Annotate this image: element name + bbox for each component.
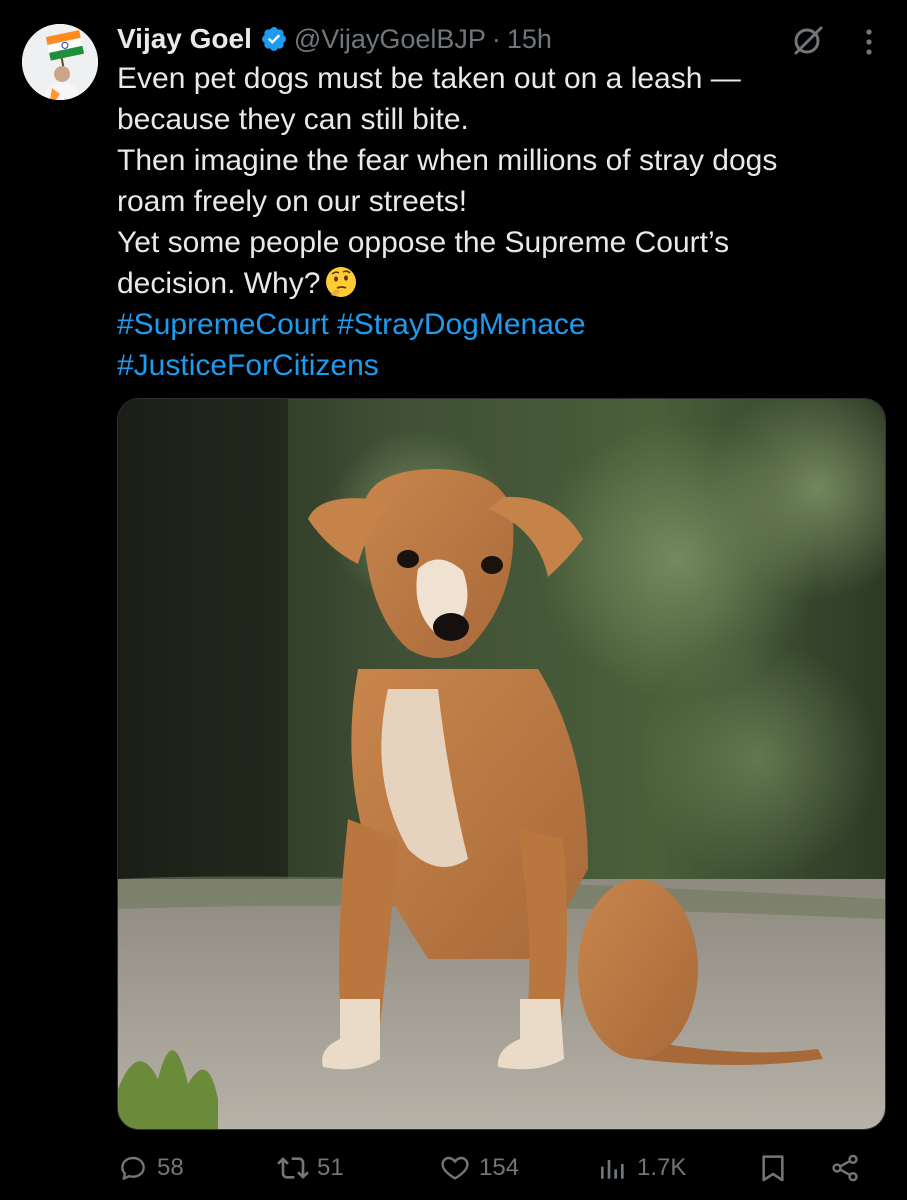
tweet-text-line: Then imagine the fear when millions of s… <box>117 144 778 177</box>
bookmark-icon <box>762 1155 784 1182</box>
bookmark-button[interactable] <box>757 1146 789 1190</box>
tweet-text-line: because they can still bite. <box>117 103 469 136</box>
share-icon <box>832 1154 858 1182</box>
tweet-text-line: roam freely on our streets! <box>117 185 468 218</box>
reply-icon <box>121 1156 145 1180</box>
heart-icon <box>441 1156 469 1180</box>
views-button[interactable]: 1.7K <box>597 1146 686 1190</box>
puppy-photo <box>118 399 885 1129</box>
avatar-flag-icon <box>22 24 98 100</box>
repost-icon <box>277 1157 309 1179</box>
reply-button[interactable]: 58 <box>117 1146 184 1190</box>
tweet-text-line: Even pet dogs must be taken out on a lea… <box>117 62 741 95</box>
more-options-icon[interactable] <box>852 22 886 58</box>
tweet-text-line: decision. Why? <box>117 267 321 300</box>
hashtag-line: #JusticeForCitizens <box>117 345 857 386</box>
tweet-timestamp[interactable]: 15h <box>507 24 552 55</box>
author-handle[interactable]: @VijayGoelBJP <box>294 24 486 55</box>
tweet-actions: 58 51 154 1.7K <box>117 1146 877 1190</box>
share-button[interactable] <box>829 1146 861 1190</box>
reply-count: 58 <box>157 1154 184 1181</box>
tweet-media-image[interactable] <box>117 398 886 1130</box>
tweet-text-line: Yet some people oppose the Supreme Court… <box>117 226 730 259</box>
tweet-text-line-with-emoji: decision. Why? <box>117 263 857 304</box>
author-name[interactable]: Vijay Goel <box>117 23 252 55</box>
separator-dot: · <box>491 23 501 54</box>
avatar[interactable] <box>22 24 98 100</box>
like-button[interactable]: 154 <box>439 1146 519 1190</box>
thinking-face-icon <box>324 265 358 299</box>
grok-icon[interactable] <box>790 22 826 58</box>
views-count: 1.7K <box>637 1154 687 1181</box>
views-icon <box>601 1160 624 1179</box>
tweet-header: Vijay Goel @VijayGoelBJP · 15h <box>117 20 552 58</box>
verified-badge-icon <box>260 25 288 53</box>
hashtag-link[interactable]: #StrayDogMenace <box>337 308 585 341</box>
tweet-body: Even pet dogs must be taken out on a lea… <box>117 58 857 386</box>
repost-button[interactable]: 51 <box>277 1146 344 1190</box>
repost-count: 51 <box>317 1154 344 1181</box>
like-count: 154 <box>479 1154 520 1181</box>
hashtag-line: #SupremeCourt #StrayDogMenace <box>117 304 857 345</box>
hashtag-link[interactable]: #JusticeForCitizens <box>117 349 379 382</box>
hashtag-link[interactable]: #SupremeCourt <box>117 308 329 341</box>
